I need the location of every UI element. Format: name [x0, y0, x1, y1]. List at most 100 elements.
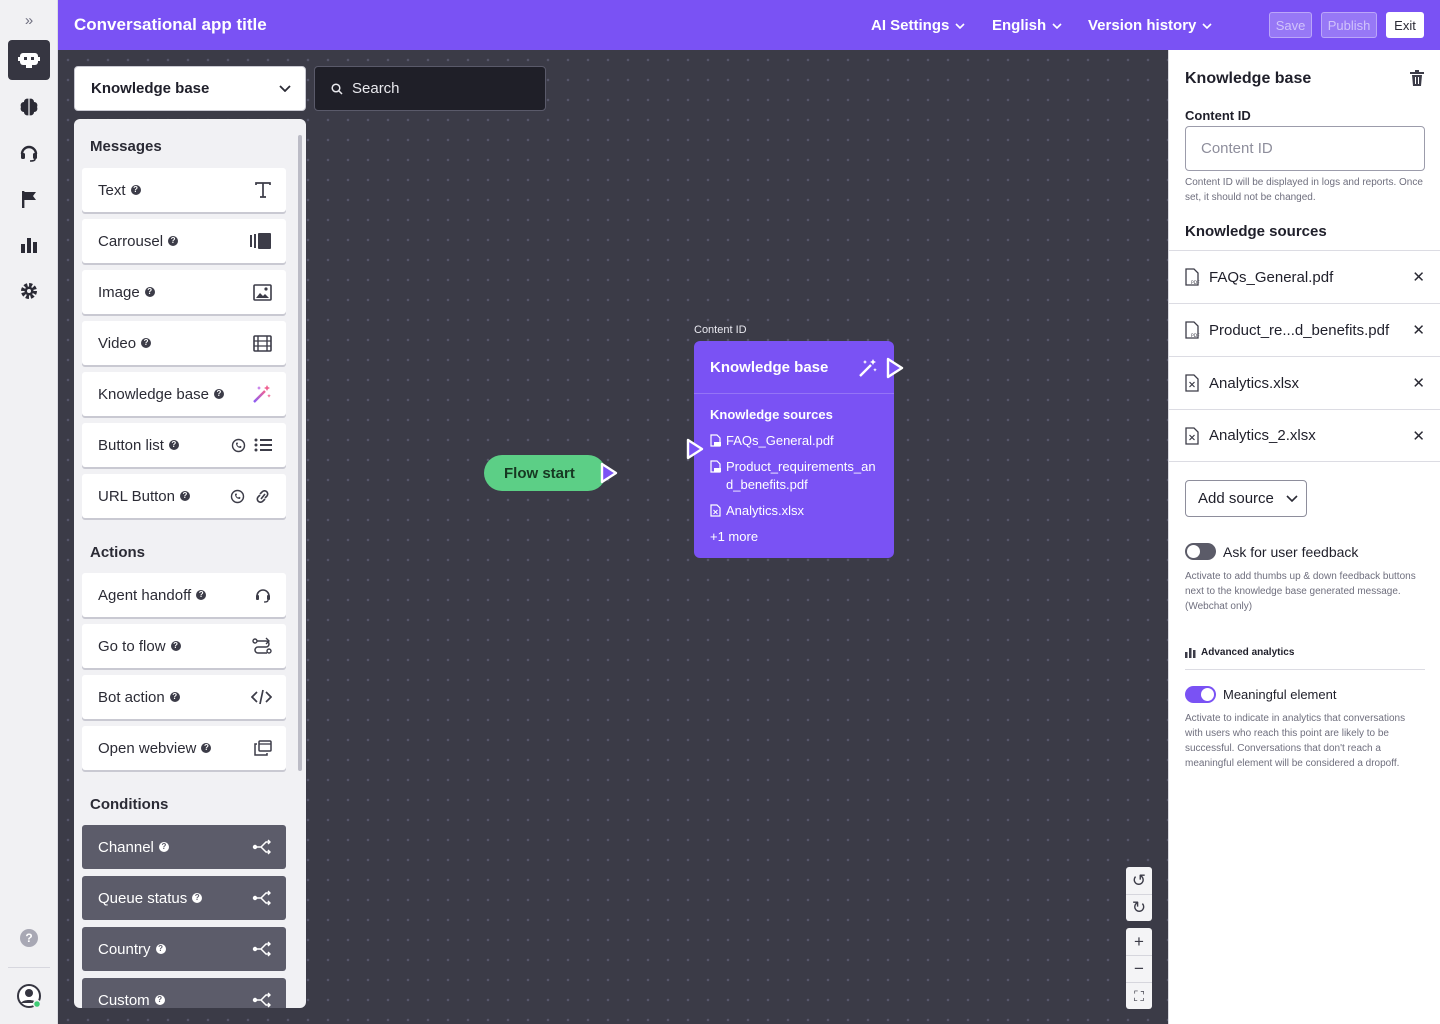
film-icon: [253, 334, 272, 352]
palette-item-image[interactable]: Image?: [82, 270, 286, 314]
knowledge-base-node[interactable]: Knowledge base Knowledge sources FAQs_Ge…: [694, 341, 894, 558]
remove-source-icon[interactable]: ✕: [1412, 321, 1425, 339]
branch-icon: [252, 890, 272, 906]
help-glyph[interactable]: ?: [144, 287, 155, 297]
node-source-name: Analytics.xlsx: [726, 503, 805, 518]
zoom-in-button[interactable]: +: [1126, 928, 1152, 955]
source-row: PDF Product_re...d_benefits.pdf ✕: [1169, 303, 1440, 356]
trash-icon[interactable]: [1410, 70, 1424, 86]
output-port-icon[interactable]: [885, 357, 905, 379]
palette-item-custom[interactable]: Custom?: [82, 978, 286, 1008]
palette-item-label: URL Button: [98, 487, 175, 505]
flag-icon[interactable]: [8, 179, 50, 219]
palette-selector[interactable]: Knowledge base: [74, 66, 306, 111]
node-source-item: Analytics.xlsx: [710, 502, 880, 520]
flow-start-label: Flow start: [504, 464, 575, 482]
branch-icon: [252, 941, 272, 957]
history-controls: ↺ ↻: [1126, 867, 1152, 921]
content-id-input[interactable]: [1185, 126, 1425, 171]
remove-source-icon[interactable]: ✕: [1412, 268, 1425, 286]
search-box[interactable]: Search: [314, 66, 546, 111]
palette-item-channel[interactable]: Channel?: [82, 825, 286, 869]
spreadsheet-file-icon: [1185, 426, 1199, 445]
help-glyph[interactable]: ?: [196, 590, 207, 600]
palette-item-url-button[interactable]: URL Button?: [82, 474, 286, 518]
redo-button[interactable]: ↻: [1126, 894, 1152, 921]
palette-selector-value: Knowledge base: [91, 80, 210, 97]
version-history-menu[interactable]: Version history: [1088, 17, 1212, 34]
app-title: Conversational app title: [74, 15, 267, 34]
help-glyph[interactable]: ?: [158, 842, 169, 852]
palette-item-label: Text: [98, 181, 126, 199]
ai-settings-menu[interactable]: AI Settings: [871, 17, 965, 34]
source-row: Analytics_2.xlsx ✕: [1169, 409, 1440, 462]
source-name: Product_re...d_benefits.pdf: [1209, 321, 1390, 339]
chevron-down-icon: [955, 22, 965, 29]
list-icon: [254, 438, 272, 452]
help-glyph[interactable]: ?: [168, 440, 179, 450]
meaningful-element-toggle[interactable]: [1185, 686, 1216, 703]
flow-start-node[interactable]: Flow start: [484, 455, 606, 491]
zoom-out-button[interactable]: −: [1126, 955, 1152, 982]
help-glyph[interactable]: ?: [130, 185, 141, 195]
help-glyph[interactable]: ?: [169, 692, 180, 702]
gear-icon[interactable]: [8, 271, 50, 311]
palette-item-go-to-flow[interactable]: Go to flow?: [82, 624, 286, 668]
input-port-icon[interactable]: [685, 438, 705, 460]
remove-source-icon[interactable]: ✕: [1412, 427, 1425, 445]
help-glyph[interactable]: ?: [201, 743, 212, 753]
whatsapp-icon: [230, 489, 245, 503]
brain-icon[interactable]: [8, 87, 50, 127]
palette-item-label: Queue status: [98, 889, 188, 907]
help-glyph[interactable]: ?: [141, 338, 152, 348]
palette-item-country[interactable]: Country?: [82, 927, 286, 971]
language-menu[interactable]: English: [992, 17, 1062, 34]
publish-button[interactable]: Publish: [1321, 12, 1377, 38]
palette-item-open-webview[interactable]: Open webview?: [82, 726, 286, 770]
save-button[interactable]: Save: [1269, 12, 1312, 38]
palette-item-queue-status[interactable]: Queue status?: [82, 876, 286, 920]
headset-icon[interactable]: [8, 133, 50, 173]
palette-item-video[interactable]: Video?: [82, 321, 286, 365]
node-sources-title: Knowledge sources: [710, 407, 833, 422]
help-glyph[interactable]: ?: [170, 641, 181, 651]
branch-icon: [252, 992, 272, 1008]
feedback-toggle[interactable]: [1185, 543, 1216, 560]
palette-scrollbar[interactable]: [298, 135, 302, 771]
bar-chart-icon: [1185, 648, 1196, 658]
conditions-section-title: Conditions: [90, 796, 169, 813]
help-glyph[interactable]: ?: [180, 491, 190, 501]
palette-item-carrousel[interactable]: Carrousel?: [82, 219, 286, 263]
remove-source-icon[interactable]: ✕: [1412, 374, 1425, 392]
help-icon[interactable]: ?: [8, 918, 50, 958]
help-glyph[interactable]: ?: [213, 389, 224, 399]
pdf-file-icon: [710, 460, 721, 473]
top-bar: Conversational app title AI Settings Eng…: [58, 0, 1440, 50]
fit-screen-button[interactable]: ⛶: [1126, 982, 1152, 1009]
bar-chart-icon[interactable]: [8, 225, 50, 265]
magic-wand-icon: [252, 384, 272, 404]
palette-item-text[interactable]: Text?: [82, 168, 286, 212]
bot-icon[interactable]: [8, 40, 50, 80]
undo-button[interactable]: ↺: [1126, 867, 1152, 894]
link-icon: [256, 489, 269, 503]
palette-item-bot-action[interactable]: Bot action?: [82, 675, 286, 719]
add-source-button[interactable]: Add source: [1185, 480, 1307, 517]
properties-panel: Knowledge base Content ID Content ID wil…: [1168, 50, 1440, 1024]
avatar[interactable]: [8, 976, 50, 1016]
palette-item-knowledge-base[interactable]: Knowledge base?: [82, 372, 286, 416]
palette-item-button-list[interactable]: Button list?: [82, 423, 286, 467]
help-glyph[interactable]: ?: [168, 236, 179, 246]
help-glyph[interactable]: ?: [192, 893, 203, 903]
palette-item-label: Custom: [98, 991, 150, 1009]
node-more-link[interactable]: +1 more: [710, 529, 758, 544]
help-glyph[interactable]: ?: [154, 995, 165, 1005]
help-glyph[interactable]: ?: [155, 944, 166, 954]
exit-button[interactable]: Exit: [1386, 12, 1424, 38]
output-port-icon[interactable]: [599, 462, 619, 484]
help-glyph: ?: [20, 929, 38, 947]
ai-settings-label: AI Settings: [871, 17, 950, 34]
palette-item-agent-handoff[interactable]: Agent handoff?: [82, 573, 286, 617]
chevron-down-icon: [279, 85, 291, 92]
expand-rail-icon[interactable]: »: [0, 8, 58, 32]
